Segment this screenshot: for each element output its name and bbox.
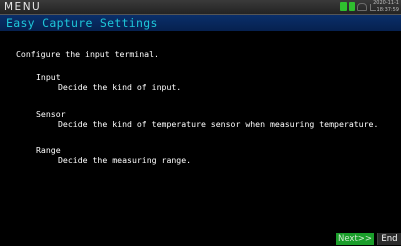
menu-title[interactable]: MENU <box>4 1 41 14</box>
next-button[interactable]: Next>> <box>336 233 374 245</box>
input-description: Decide the kind of input. <box>58 82 182 92</box>
sensor-heading: Sensor <box>36 109 66 119</box>
easy-capture-settings-screen: MENU 2020-11-1 18:37:59 Easy Capture Set… <box>0 0 401 246</box>
intro-text: Configure the input terminal. <box>16 49 159 59</box>
cloud-icon <box>357 3 367 11</box>
range-description: Decide the measuring range. <box>58 155 192 165</box>
menu-bar: MENU 2020-11-1 18:37:59 <box>0 0 401 15</box>
memory-card-icon <box>349 2 355 11</box>
battery-icon <box>340 2 347 11</box>
clock: 2020-11-1 18:37:59 <box>369 0 399 13</box>
input-heading: Input <box>36 72 61 82</box>
sensor-description: Decide the kind of temperature sensor wh… <box>58 119 379 129</box>
range-heading: Range <box>36 145 61 155</box>
clock-date: 2020-11-1 <box>373 0 399 6</box>
title-bar: Easy Capture Settings <box>0 15 401 31</box>
clock-time: 18:37:59 <box>376 6 399 13</box>
page-title: Easy Capture Settings <box>6 16 158 30</box>
end-button[interactable]: End <box>377 233 401 245</box>
